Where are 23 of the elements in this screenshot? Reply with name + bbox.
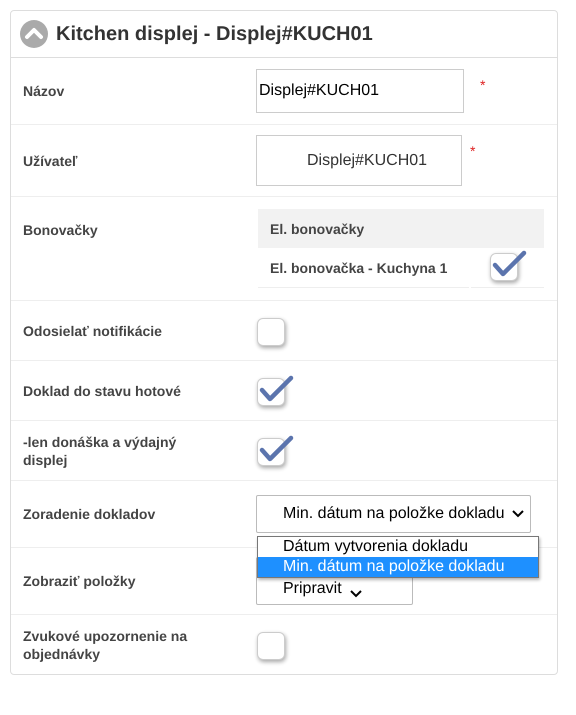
table-cell: El. bonovačka - Kuchyna 1 — [258, 248, 470, 288]
checkbox[interactable] — [488, 249, 527, 283]
field-label: Užívateľ — [23, 152, 78, 170]
field-label: Doklad do stavu hotové — [23, 382, 182, 400]
caret-icon — [512, 510, 524, 518]
required-mark: * — [479, 76, 486, 93]
user-field[interactable]: Displej#KUCH01 — [256, 135, 462, 186]
field-label: Odosielať notifikácie — [23, 322, 163, 340]
caret-icon — [350, 590, 362, 598]
name-field[interactable]: Displej#KUCH01 — [256, 69, 464, 113]
field-label: Názov — [23, 82, 66, 100]
field-label: Zvukové upozornenie na objednávky — [23, 626, 188, 662]
checkbox[interactable] — [256, 374, 294, 408]
field-label: Bonovačky — [23, 221, 99, 239]
dropdown-option[interactable]: Dátum vytvorenia dokladu — [258, 537, 538, 557]
field-label: Zoradenie dokladov — [23, 505, 156, 523]
panel-title: Kitchen displej - Displej#KUCH01 — [56, 22, 373, 46]
field-label: Zobraziť položky — [23, 572, 136, 590]
table-header: El. bonovačky — [258, 209, 544, 248]
required-mark: * — [470, 142, 476, 159]
select-dropdown[interactable]: Min. dátum na položke dokladu — [256, 495, 532, 533]
checkbox[interactable] — [256, 434, 294, 468]
field-label: -len donáška a výdajný displej — [23, 432, 178, 468]
